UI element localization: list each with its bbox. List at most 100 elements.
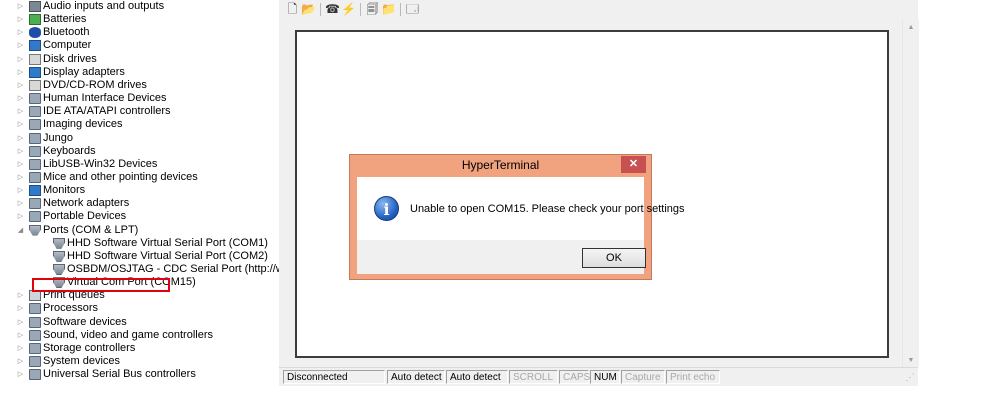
properties-icon[interactable]: 🗔 <box>405 2 420 16</box>
tree-item-label: LibUSB-Win32 Devices <box>43 157 158 170</box>
collapse-arrow-icon[interactable]: ▷ <box>16 66 25 79</box>
open-icon[interactable]: 📂 <box>301 2 316 16</box>
collapse-arrow-icon[interactable]: ▷ <box>16 145 25 158</box>
info-icon: i <box>374 196 399 221</box>
tree-item-label: IDE ATA/ATAPI controllers <box>43 105 171 118</box>
tree-item-label: Network adapters <box>43 197 130 210</box>
dial-icon[interactable]: ☎ <box>325 2 340 16</box>
status-detect-1: Auto detect <box>387 370 445 384</box>
tree-item-label: System devices <box>43 355 121 368</box>
status-capture: Capture <box>621 370 665 384</box>
status-connection: Disconnected <box>283 370 385 384</box>
keyboard-icon <box>29 145 41 157</box>
expand-arrow-icon[interactable]: ◢ <box>16 224 25 237</box>
tree-item-label: OSBDM/OSJTAG - CDC Serial Port (http://w… <box>67 263 279 275</box>
tree-item-label: Batteries <box>43 13 87 26</box>
collapse-arrow-icon[interactable]: ▷ <box>16 342 25 355</box>
processor-icon <box>29 303 41 315</box>
collapse-arrow-icon[interactable]: ▷ <box>16 53 25 66</box>
collapse-arrow-icon[interactable]: ▷ <box>16 302 25 315</box>
tree-item-label: Keyboards <box>43 144 96 157</box>
serial-port-icon <box>53 264 65 275</box>
system-device-icon <box>29 356 41 368</box>
collapse-arrow-icon[interactable]: ▷ <box>16 197 25 210</box>
battery-icon <box>29 14 41 26</box>
toolbar-separator <box>320 3 321 16</box>
tree-item-label: Imaging devices <box>43 118 123 131</box>
collapse-arrow-icon[interactable]: ▷ <box>16 105 25 118</box>
tree-item-label: Software devices <box>43 315 127 328</box>
collapse-arrow-icon[interactable]: ▷ <box>16 132 25 145</box>
scroll-up-icon[interactable]: ▲ <box>903 22 919 34</box>
status-caps: CAPS <box>559 370 590 384</box>
tree-item-label: HHD Software Virtual Serial Port (COM2) <box>67 249 268 262</box>
tree-item-label: Sound, video and game controllers <box>43 328 213 341</box>
receive-icon[interactable]: 📁 <box>381 2 396 16</box>
collapse-arrow-icon[interactable]: ▷ <box>16 26 25 39</box>
collapse-arrow-icon[interactable]: ▷ <box>16 329 25 342</box>
error-dialog: HyperTerminal ✕ i Unable to open COM15. … <box>349 154 685 280</box>
tree-item-label: Monitors <box>43 184 86 197</box>
mouse-icon <box>29 171 41 183</box>
disconnect-icon[interactable]: ⚡ <box>341 2 356 16</box>
software-device-icon <box>29 316 41 328</box>
send-icon[interactable]: 🗐 <box>365 2 380 16</box>
storage-controller-icon <box>29 342 41 354</box>
collapse-arrow-icon[interactable]: ▷ <box>16 13 25 26</box>
tree-item-label: Portable Devices <box>43 210 127 223</box>
collapse-arrow-icon[interactable]: ▷ <box>16 355 25 368</box>
tree-item-label: Display adapters <box>43 65 125 78</box>
status-detect-2: Auto detect <box>446 370 508 384</box>
dvd-drive-icon <box>29 79 41 91</box>
status-print-echo: Print echo <box>666 370 720 384</box>
port-icon <box>29 224 41 236</box>
tree-item-label: Computer <box>43 39 92 52</box>
usb-controller-icon <box>29 369 41 381</box>
resize-grip-icon[interactable]: ⋰ <box>902 369 918 385</box>
usb-device-icon <box>29 158 41 170</box>
scroll-down-icon[interactable]: ▼ <box>903 355 919 367</box>
tree-item-label: Bluetooth <box>43 26 90 39</box>
dialog-body: i Unable to open COM15. Please check you… <box>357 177 685 274</box>
collapse-arrow-icon[interactable]: ▷ <box>16 171 25 184</box>
camera-icon <box>29 119 41 131</box>
collapse-arrow-icon[interactable]: ▷ <box>16 39 25 52</box>
tree-item-label: Universal Serial Bus controllers <box>43 368 196 381</box>
collapse-arrow-icon[interactable]: ▷ <box>16 316 25 329</box>
tree-item-label: Mice and other pointing devices <box>43 170 198 183</box>
serial-port-icon <box>53 237 65 249</box>
new-icon[interactable]: 🗋 <box>285 2 300 16</box>
status-scroll: SCROLL <box>509 370 558 384</box>
display-adapter-icon <box>29 66 41 78</box>
collapse-arrow-icon[interactable]: ▷ <box>16 289 25 302</box>
computer-icon <box>29 40 41 52</box>
tree-item-label: Ports (COM & LPT) <box>43 223 139 236</box>
vertical-scrollbar[interactable]: ▲ ▼ <box>902 19 919 367</box>
tree-item-label: Processors <box>43 302 99 315</box>
collapse-arrow-icon[interactable]: ▷ <box>16 118 25 131</box>
collapse-arrow-icon[interactable]: ▷ <box>16 368 25 381</box>
collapse-arrow-icon[interactable]: ▷ <box>16 158 25 171</box>
serial-port-icon <box>53 250 65 262</box>
sound-icon <box>29 329 41 341</box>
ok-button[interactable]: OK <box>582 248 646 268</box>
collapse-arrow-icon[interactable]: ▷ <box>16 184 25 197</box>
tree-item-label: Disk drives <box>43 52 97 65</box>
jungo-icon <box>29 132 41 144</box>
network-adapter-icon <box>29 198 41 210</box>
device-manager-tree: ▷ Audio inputs and outputs ▷ Batteries ▷ Blue… <box>0 0 279 406</box>
collapse-arrow-icon[interactable]: ▷ <box>16 210 25 223</box>
highlight-box <box>32 278 170 292</box>
hyperterminal-toolbar: 🗋 📂 ☎ ⚡ 🗐 📁 🗔 <box>279 0 918 20</box>
tree-item-label: DVD/CD-ROM drives <box>43 78 147 91</box>
collapse-arrow-icon[interactable]: ▷ <box>16 0 25 13</box>
tree-item-label: Audio inputs and outputs <box>43 0 165 12</box>
close-icon[interactable]: ✕ <box>621 156 646 173</box>
bluetooth-icon <box>29 27 41 39</box>
monitor-icon <box>29 185 41 197</box>
toolbar-separator <box>400 3 401 16</box>
collapse-arrow-icon[interactable]: ▷ <box>16 79 25 92</box>
status-num: NUM <box>590 370 620 384</box>
collapse-arrow-icon[interactable]: ▷ <box>16 92 25 105</box>
tree-item-label: Human Interface Devices <box>43 92 167 105</box>
